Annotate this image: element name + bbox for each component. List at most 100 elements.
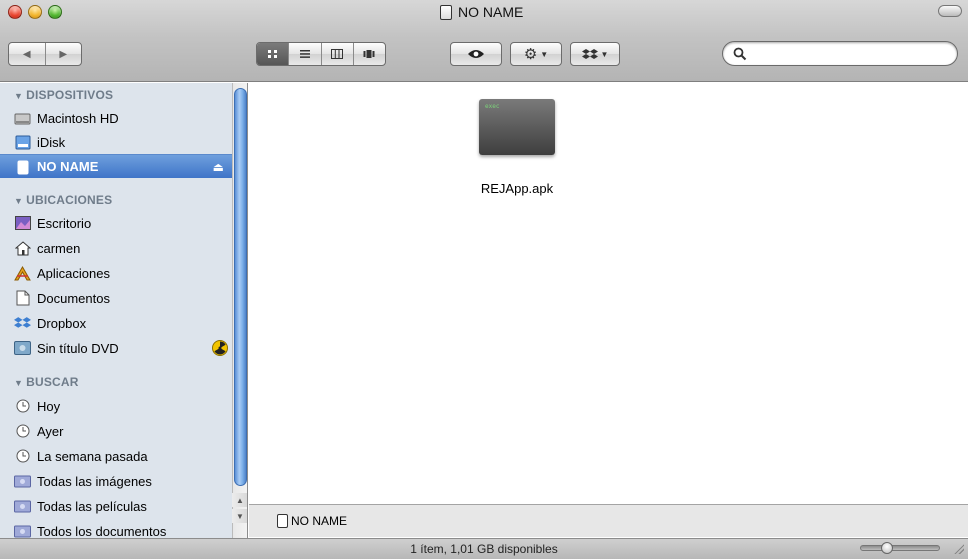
section-label: UBICACIONES [26, 193, 113, 207]
window-title-text: NO NAME [458, 4, 524, 20]
zoom-button[interactable] [48, 5, 62, 19]
section-label: BUSCAR [26, 375, 79, 389]
list-view-icon [299, 50, 310, 58]
sidebar-item-label: Hoy [37, 398, 61, 414]
sidebar-item-aplicaciones[interactable]: Aplicaciones [0, 261, 232, 285]
icon-view-button[interactable] [257, 43, 289, 65]
path-bar-item[interactable]: NO NAME [291, 514, 347, 528]
smart-folder-icon [14, 498, 31, 514]
executable-file-icon: exec [479, 99, 555, 155]
column-view-button[interactable] [320, 43, 353, 65]
sidebar-item-todos-documentos[interactable]: Todos los documentos [0, 519, 232, 538]
quick-look-button[interactable] [450, 42, 502, 66]
sidebar-item-label: La semana pasada [37, 448, 148, 464]
clock-icon [14, 448, 31, 464]
sidebar-item-label: iDisk [37, 134, 66, 150]
hard-drive-icon [14, 110, 31, 126]
dropbox-icon [14, 315, 31, 331]
documents-icon [14, 290, 31, 306]
sidebar-item-dropbox[interactable]: Dropbox [0, 311, 232, 335]
resize-grip-icon[interactable] [954, 544, 964, 554]
list-view-button[interactable] [288, 43, 320, 65]
sidebar-item-label: Ayer [37, 423, 64, 439]
icon-size-slider[interactable] [860, 542, 940, 554]
window-controls [8, 5, 62, 19]
sidebar-section-search[interactable]: ▼ BUSCAR [14, 375, 79, 389]
applications-icon [14, 265, 31, 281]
sidebar-item-documentos[interactable]: Documentos [0, 286, 232, 310]
eye-icon [468, 50, 484, 58]
sidebar-item-hoy[interactable]: Hoy [0, 394, 232, 418]
gear-icon: ⚙ [523, 46, 538, 63]
sidebar-item-todas-imagenes[interactable]: Todas las imágenes [0, 469, 232, 493]
search-input[interactable] [751, 45, 941, 62]
chevron-up-icon: ▲ [236, 495, 244, 505]
disclosure-triangle-icon: ▼ [14, 378, 24, 388]
chevron-down-icon: ▼ [600, 49, 609, 59]
sidebar-section-devices[interactable]: ▼ DISPOSITIVOS [14, 88, 113, 102]
disclosure-triangle-icon: ▼ [14, 196, 24, 206]
file-name: REJApp.apk [480, 181, 554, 196]
slider-knob[interactable] [881, 542, 893, 554]
usb-drive-icon [277, 514, 288, 528]
idisk-icon [14, 134, 31, 150]
search-icon [733, 47, 747, 61]
clock-icon [14, 423, 31, 439]
view-mode-control [256, 42, 386, 66]
sidebar-item-idisk[interactable]: iDisk [0, 130, 232, 154]
sidebar-item-todas-peliculas[interactable]: Todas las películas [0, 494, 232, 518]
dropbox-menu-button[interactable]: ▼ [570, 42, 620, 66]
path-bar: NO NAME [249, 504, 968, 537]
file-item[interactable]: exec REJApp.apk [457, 95, 577, 196]
sidebar-item-label: Macintosh HD [37, 110, 119, 126]
sidebar-item-label: carmen [37, 240, 81, 256]
eject-icon[interactable]: ⏏ [213, 160, 224, 174]
coverflow-view-button[interactable] [352, 43, 385, 65]
back-forward-control: ◀ ▶ [8, 42, 82, 66]
sidebar-item-no-name[interactable]: NO NAME ⏏ [0, 154, 232, 178]
burn-icon[interactable] [212, 340, 228, 356]
toolbar-toggle-button[interactable] [938, 5, 962, 17]
dvd-icon [14, 340, 31, 356]
sidebar-item-label: Todas las imágenes [37, 473, 152, 489]
sidebar-section-places[interactable]: ▼ UBICACIONES [14, 193, 112, 207]
sidebar-item-escritorio[interactable]: Escritorio [0, 211, 232, 235]
sidebar-item-label: Todos los documentos [37, 523, 167, 539]
sidebar-item-semana-pasada[interactable]: La semana pasada [0, 444, 232, 468]
smart-folder-icon [14, 523, 31, 538]
sidebar-item-carmen[interactable]: carmen [0, 236, 232, 260]
minimize-button[interactable] [28, 5, 42, 19]
back-button[interactable]: ◀ [9, 43, 45, 65]
toolbar: NO NAME ◀ ▶ ⚙ ▼ ▼ [0, 0, 968, 82]
scroll-up-button[interactable]: ▲ [232, 493, 247, 507]
status-text: 1 ítem, 1,01 GB disponibles [410, 542, 558, 556]
sidebar-scroll-thumb[interactable] [234, 88, 247, 486]
sidebar: ▼ DISPOSITIVOS Macintosh HD iDisk NO NAME… [0, 83, 248, 538]
chevron-down-icon: ▼ [540, 49, 549, 59]
action-menu-button[interactable]: ⚙ ▼ [510, 42, 562, 66]
sidebar-item-label: Dropbox [37, 315, 87, 331]
sidebar-item-macintosh-hd[interactable]: Macintosh HD [0, 106, 232, 130]
section-label: DISPOSITIVOS [26, 88, 114, 102]
scroll-down-button[interactable]: ▼ [232, 509, 247, 523]
sidebar-item-label: Sin título DVD [37, 340, 119, 356]
forward-arrow-icon: ▶ [59, 48, 68, 60]
forward-button[interactable]: ▶ [44, 43, 82, 65]
search-field[interactable] [722, 41, 958, 66]
desktop-icon [14, 215, 31, 231]
column-view-icon [331, 49, 344, 59]
close-button[interactable] [8, 5, 22, 19]
sidebar-item-label: Documentos [37, 290, 110, 306]
finder-window: NO NAME ◀ ▶ ⚙ ▼ ▼ ▼ DISPOSITIVOS Macinto… [0, 0, 968, 559]
file-browser[interactable]: exec REJApp.apk [249, 83, 968, 503]
sidebar-item-label: Todas las películas [37, 498, 147, 514]
sidebar-item-ayer[interactable]: Ayer [0, 419, 232, 443]
usb-drive-icon [14, 159, 31, 175]
sidebar-item-label: Escritorio [37, 215, 92, 231]
window-title: NO NAME [440, 3, 523, 21]
icon-view-icon [267, 50, 277, 58]
clock-icon [14, 398, 31, 414]
home-icon [14, 240, 31, 256]
sidebar-item-sin-titulo-dvd[interactable]: Sin título DVD [0, 336, 232, 360]
chevron-down-icon: ▼ [236, 511, 244, 521]
